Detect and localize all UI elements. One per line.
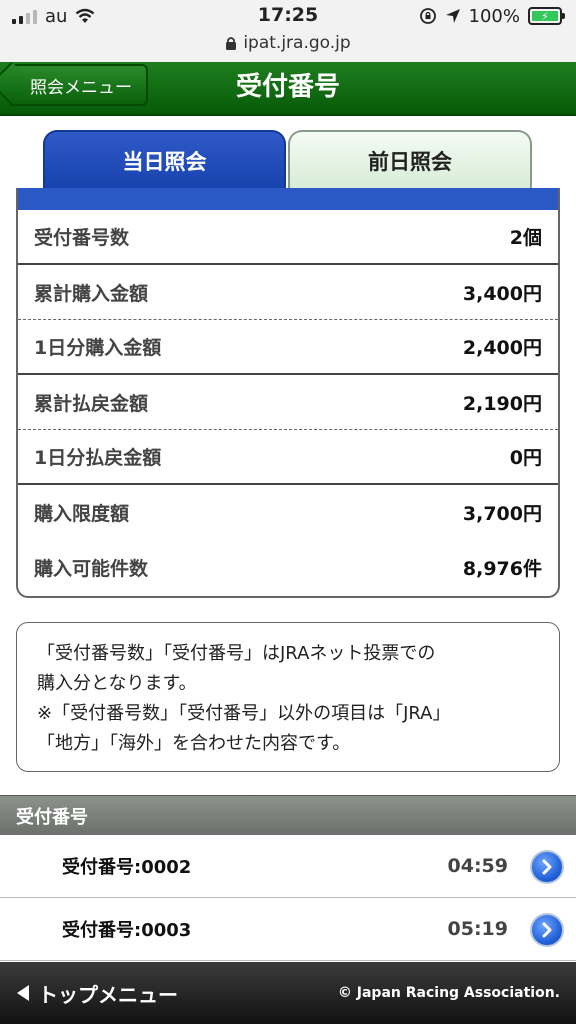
- back-button-label: 照会メニュー: [30, 77, 132, 98]
- row-value: 2個: [509, 227, 542, 249]
- receipt-number-list: 受付番号:0002 04:59 受付番号:0003 05:19: [0, 835, 576, 961]
- row-label: 1日分購入金額: [34, 337, 162, 359]
- chevron-right-icon[interactable]: [530, 913, 564, 947]
- summary-row-total-payout: 累計払戻金額 2,190円: [18, 375, 558, 430]
- tab-previous-day[interactable]: 前日照会: [288, 130, 532, 190]
- row-label: 累計購入金額: [34, 282, 149, 305]
- row-value: 3,700円: [462, 503, 542, 525]
- tab-bar: 当日照会 前日照会: [16, 130, 560, 190]
- back-button[interactable]: 照会メニュー: [10, 64, 148, 106]
- battery-icon: ⚡: [528, 7, 565, 25]
- location-icon: [445, 9, 460, 23]
- triangle-left-icon: [17, 985, 29, 1001]
- summary-top-bar: [18, 188, 558, 210]
- row-label: 受付番号数: [34, 227, 130, 249]
- receipt-time: 05:19: [447, 918, 508, 940]
- row-value: 2,190円: [462, 392, 542, 415]
- summary-panel: 受付番号数 2個 累計購入金額 3,400円 1日分購入金額 2,400円 累計…: [16, 188, 560, 598]
- row-value: 8,976件: [462, 558, 542, 580]
- list-item[interactable]: 受付番号:0002 04:59: [0, 835, 576, 898]
- lock-icon: [226, 36, 237, 50]
- summary-row-daily-payout: 1日分払戻金額 0円: [18, 430, 558, 485]
- row-value: 0円: [509, 447, 542, 469]
- chevron-right-icon[interactable]: [530, 850, 564, 884]
- receipt-number-label: 受付番号:0002: [62, 857, 192, 878]
- footer-bar: トップメニュー © Japan Racing Association.: [0, 962, 576, 1024]
- notice-box: 「受付番号数」「受付番号」はJRAネット投票での 購入分となります。 ※「受付番…: [16, 622, 560, 772]
- row-label: 購入可能件数: [34, 558, 149, 580]
- section-header: 受付番号: [0, 795, 576, 835]
- summary-row-purchase-limit: 購入限度額 3,700円: [18, 485, 558, 540]
- receipt-number-label: 受付番号:0003: [62, 920, 192, 941]
- row-label: 1日分払戻金額: [34, 447, 162, 469]
- notice-line: 「地方」「海外」を合わせた内容です。: [37, 733, 351, 754]
- list-item[interactable]: 受付番号:0003 05:19: [0, 898, 576, 961]
- battery-percent: 100%: [468, 5, 520, 27]
- notice-line: 購入分となります。: [37, 673, 197, 694]
- copyright-text: © Japan Racing Association.: [337, 985, 560, 1001]
- row-label: 購入限度額: [34, 503, 130, 525]
- url-bar[interactable]: ipat.jra.go.jp: [0, 30, 576, 56]
- status-bar: au 17:25 100% ⚡ ipat.jra.go.jp: [0, 0, 576, 62]
- summary-row-available-count: 購入可能件数 8,976件: [18, 540, 558, 595]
- summary-row-total-purchase: 累計購入金額 3,400円: [18, 265, 558, 320]
- tab-today[interactable]: 当日照会: [43, 130, 286, 190]
- notice-line: ※「受付番号数」「受付番号」以外の項目は「JRA」: [37, 703, 451, 724]
- status-right: 100% ⚡: [419, 5, 565, 27]
- summary-row-daily-purchase: 1日分購入金額 2,400円: [18, 320, 558, 375]
- notice-line: 「受付番号数」「受付番号」はJRAネット投票での: [37, 643, 436, 664]
- top-menu-label: トップメニュー: [38, 982, 178, 1007]
- row-value: 2,400円: [462, 337, 542, 359]
- summary-row-receipt-count: 受付番号数 2個: [18, 210, 558, 265]
- url-text: ipat.jra.go.jp: [243, 33, 351, 53]
- row-label: 累計払戻金額: [34, 392, 149, 415]
- top-menu-link[interactable]: トップメニュー: [16, 979, 178, 1008]
- row-value: 3,400円: [462, 282, 542, 305]
- orientation-lock-icon: [419, 8, 436, 24]
- receipt-time: 04:59: [447, 855, 508, 877]
- app-header: 照会メニュー 受付番号: [0, 62, 576, 116]
